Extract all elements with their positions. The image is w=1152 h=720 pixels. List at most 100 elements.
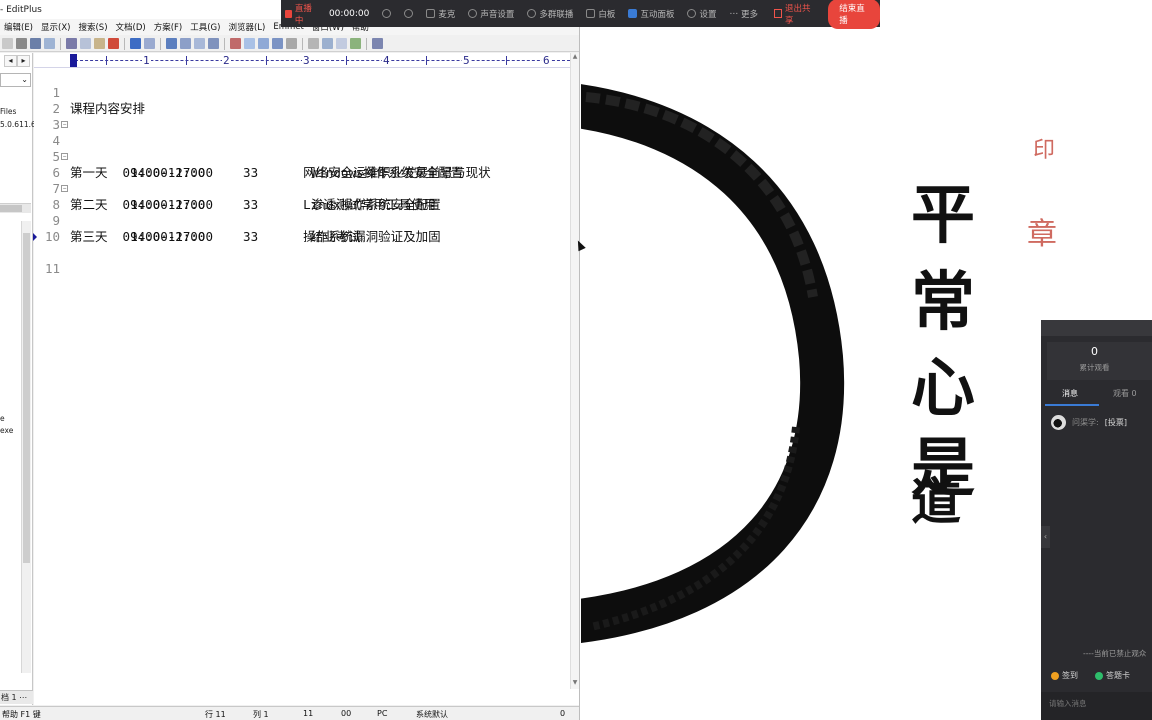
end-live-button[interactable]: 结束直播 — [828, 0, 881, 29]
tree-hscrollbar[interactable] — [0, 203, 31, 213]
status-row: 行 11 — [205, 710, 226, 719]
editor-vscrollbar[interactable]: ▲ ▼ — [570, 53, 579, 689]
code-line[interactable]: 4 − 第一天 09:00-12:00 3 网络安全运维职业发展前景与现状 — [34, 117, 570, 180]
fold-toggle-icon[interactable]: − — [61, 121, 68, 128]
ruler-tick — [186, 56, 187, 65]
beauty-button[interactable] — [404, 9, 414, 18]
status-total-lines: 11 — [303, 709, 314, 718]
ruler-number: 4 — [382, 54, 391, 67]
window-icon[interactable] — [308, 38, 319, 49]
spell-icon[interactable] — [30, 38, 41, 49]
whiteboard-button[interactable]: 白板 — [586, 8, 615, 20]
delete-icon[interactable] — [108, 38, 119, 49]
exit-share-button[interactable]: 退出共享 — [773, 2, 814, 26]
settings-label: 设置 — [699, 9, 717, 20]
menu-project[interactable]: 方案(F) — [150, 21, 187, 33]
chat-icon — [628, 9, 638, 18]
camera-icon — [426, 9, 436, 18]
calligraphy-char: 道 — [911, 472, 961, 531]
scroll-down-icon[interactable]: ▼ — [571, 679, 579, 689]
code-area[interactable]: 1 课程内容安排 2 3 4 − 第一天 09:00-12:00 3 网络安全运… — [33, 69, 570, 689]
multi-group-button[interactable]: 多群联播 — [527, 8, 573, 20]
scroll-up-icon[interactable]: ▲ — [571, 53, 579, 63]
settings-button[interactable]: 设置 — [687, 8, 716, 20]
ruler-tick — [426, 56, 427, 65]
word-wrap-icon[interactable] — [244, 38, 255, 49]
code-line[interactable]: 10 — [34, 213, 570, 244]
tile-icon[interactable] — [322, 38, 333, 49]
code-line[interactable]: 8 − 第三天 09:00-12:00 3 操作系统漏洞验证及加固 — [34, 181, 570, 244]
fold-toggle-icon[interactable]: − — [61, 153, 68, 160]
status-char-code: 00 — [341, 709, 352, 718]
copy-icon[interactable] — [80, 38, 91, 49]
tab-viewers[interactable]: 观看 0 — [1113, 388, 1137, 399]
scroll-thumb[interactable] — [23, 233, 30, 563]
code-line[interactable]: 7 14:00-17:00 3 渗透测试常用工具使用 — [34, 165, 570, 212]
tree-item[interactable]: Files — [0, 105, 36, 118]
file-list[interactable]: e exe — [0, 221, 21, 681]
settings-icon[interactable] — [286, 38, 297, 49]
font-icon[interactable] — [230, 38, 241, 49]
print-icon[interactable] — [16, 38, 27, 49]
cascade-icon[interactable] — [336, 38, 347, 49]
collapse-panel-icon[interactable]: ‹ — [1041, 526, 1050, 548]
beauty-icon — [404, 9, 414, 18]
fold-toggle-icon[interactable]: − — [61, 185, 68, 192]
code-line[interactable]: 6 − 第二天 09:00-12:00 3 Linux操作系统安全配置 — [34, 149, 570, 212]
status-encoding[interactable]: 系统默认 — [416, 709, 448, 720]
back-arrow-icon[interactable]: ◂ — [4, 55, 17, 67]
document-tab[interactable]: 档 1 ⋯ — [0, 690, 33, 704]
camera-button[interactable]: 麦克 — [426, 8, 455, 20]
text-editor[interactable]: 1 2 3 4 5 6 1 课程内容安排 2 3 4 − 第一天 09:00-1… — [33, 53, 579, 705]
folder-tree[interactable]: Files 5.0.611.6 — [0, 105, 36, 131]
paste-icon[interactable] — [94, 38, 105, 49]
tree-item[interactable]: 5.0.611.6 — [0, 118, 36, 131]
seal-stamp-icon: 章 — [1027, 217, 1057, 252]
code-line[interactable]: 1 课程内容安排 — [34, 69, 570, 116]
sign-in-button[interactable]: 签到 — [1051, 670, 1078, 681]
tab-messages[interactable]: 消息 — [1041, 388, 1099, 399]
line-number-icon[interactable] — [258, 38, 269, 49]
menu-tools[interactable]: 工具(G) — [186, 21, 224, 33]
wifi-button[interactable] — [382, 9, 392, 18]
redo-icon[interactable] — [144, 38, 155, 49]
file-item[interactable]: exe — [0, 425, 13, 437]
browser-icon[interactable] — [350, 38, 361, 49]
code-line[interactable]: 9 14:00-17:00 3 结业考试 — [34, 197, 570, 244]
editplus-window: - EditPlus – □ ✕ 编辑(E) 显示(X) 搜索(S) 文档(D)… — [0, 0, 580, 720]
code-line[interactable]: 3 — [34, 101, 570, 132]
open-icon[interactable] — [2, 38, 13, 49]
file-list-vscrollbar[interactable] — [21, 221, 31, 673]
forward-arrow-icon[interactable]: ▸ — [17, 55, 30, 67]
ruler-number: 6 — [542, 54, 551, 67]
file-item[interactable]: e — [0, 413, 5, 425]
goto-icon[interactable] — [208, 38, 219, 49]
more-button[interactable]: ⋯ 更多 — [729, 8, 758, 20]
undo-icon[interactable] — [130, 38, 141, 49]
find-icon[interactable] — [166, 38, 177, 49]
code-line[interactable]: 5 14:00-17:00 3 Windows操作系统安全配置 — [34, 133, 570, 180]
ruler-icon[interactable] — [272, 38, 283, 49]
help-icon[interactable] — [372, 38, 383, 49]
menu-view[interactable]: 显示(X) — [37, 21, 74, 33]
ruler-number: 1 — [142, 54, 151, 67]
calligraphy-char: 心 — [911, 351, 975, 426]
interaction-panel-button[interactable]: 互动面板 — [628, 8, 674, 20]
scroll-thumb[interactable] — [0, 205, 22, 212]
menu-browser[interactable]: 浏览器(L) — [224, 21, 269, 33]
code-line[interactable]: 11 — [33, 229, 570, 276]
menu-search[interactable]: 搜索(S) — [74, 21, 111, 33]
drive-select[interactable]: ⌄ — [0, 73, 31, 87]
answer-card-button[interactable]: 答题卡 — [1095, 670, 1130, 681]
code-line[interactable]: 2 — [34, 85, 570, 116]
toolbar-separator — [160, 37, 161, 50]
cut-icon[interactable] — [66, 38, 77, 49]
menu-edit[interactable]: 编辑(E) — [0, 21, 37, 33]
chat-input[interactable]: 请输入消息 — [1041, 692, 1152, 720]
find-next-icon[interactable] — [194, 38, 205, 49]
replace-icon[interactable] — [180, 38, 191, 49]
preview-icon[interactable] — [44, 38, 55, 49]
menu-document[interactable]: 文档(D) — [112, 21, 150, 33]
status-line-ending[interactable]: PC — [377, 709, 387, 718]
audio-settings-button[interactable]: 声音设置 — [468, 8, 514, 20]
